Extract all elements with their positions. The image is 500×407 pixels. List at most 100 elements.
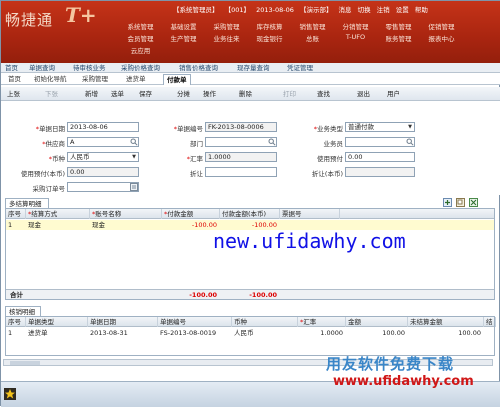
quick-tab-sales-price[interactable]: 销售价格查询 (179, 63, 218, 73)
doc-date-field[interactable]: 2013-08-06 (67, 122, 139, 132)
list-icon[interactable] (130, 183, 138, 191)
doc-no-field[interactable]: FK-2013-08-0006 (205, 122, 277, 132)
menu-business[interactable]: 业务往来 (205, 33, 248, 45)
watermark-url: new.ufidawhy.com (213, 229, 406, 253)
writeoff-col-rate[interactable]: *汇率 (298, 317, 346, 327)
quick-tab-home[interactable]: 首页 (5, 63, 18, 73)
doc-tab-init-nav[interactable]: 初始化导航 (31, 74, 70, 85)
payment-form: *单据日期 2013-08-06 *单据编号 FK-2013-08-0006 *… (1, 101, 500, 195)
menu-purchase[interactable]: 采购管理 (205, 21, 248, 33)
doc-tab-payment[interactable]: 付款单 (163, 74, 191, 85)
print-button[interactable]: 打印 (283, 89, 296, 99)
biz-type-label: *业务类型 (313, 125, 343, 133)
quick-tab-bar: 首页 单据查询 待审核业务 采购价格查询 销售价格查询 现存量查询 凭证管理 (1, 63, 500, 73)
writeoff-col-no[interactable]: 单据编号 (158, 317, 232, 327)
rate-field[interactable]: 1.0000 (205, 152, 277, 162)
menu-production[interactable]: 生产管理 (162, 33, 205, 45)
currency-select[interactable]: 人民币 ▼ (67, 152, 139, 162)
quick-tab-voucher[interactable]: 凭证管理 (287, 63, 313, 73)
settle-col-method[interactable]: *结算方式 (26, 209, 90, 219)
biz-type-value: 普通付款 (348, 123, 374, 131)
writeoff-col-settle[interactable]: 结 (484, 317, 496, 327)
doc-tab-purchase[interactable]: 采购管理 (79, 74, 111, 85)
search-icon[interactable] (406, 138, 414, 146)
logout-link[interactable]: 注销 (377, 6, 390, 14)
discount-field[interactable] (205, 167, 277, 177)
writeoff-col-unsettled[interactable]: 未结算金额 (408, 317, 484, 327)
doc-tab-receipt[interactable]: 进货单 (123, 74, 149, 85)
select-button[interactable]: 选单 (111, 89, 124, 99)
doc-tab-home[interactable]: 首页 (5, 74, 24, 85)
po-field[interactable] (67, 182, 139, 192)
search-icon[interactable] (268, 138, 276, 146)
currency-value: 人民币 (70, 153, 90, 161)
scrollbar-thumb[interactable] (10, 361, 40, 365)
menu-member[interactable]: 会员管理 (119, 33, 162, 45)
menu-cash-bank[interactable]: 现金银行 (248, 33, 291, 45)
menu-ledger[interactable]: 总账 (291, 33, 334, 45)
add-row-icon[interactable] (443, 198, 452, 207)
biz-type-select[interactable]: 普通付款 ▼ (345, 122, 415, 132)
writeoff-col-seq[interactable]: 序号 (6, 317, 26, 327)
menu-inventory[interactable]: 库存核算 (248, 21, 291, 33)
delete-row-icon[interactable] (469, 198, 479, 207)
writeoff-cell-rate[interactable]: 1.0000 (298, 328, 346, 338)
exit-button[interactable]: 退出 (357, 89, 370, 99)
settle-col-seq[interactable]: 序号 (6, 209, 26, 219)
next-button[interactable]: 下张 (45, 89, 58, 99)
settle-col-bill-no[interactable]: 票据号 (280, 209, 340, 219)
dept-field[interactable] (205, 137, 277, 147)
settle-col-amount[interactable]: *付款金额 (162, 209, 220, 219)
supplier-field[interactable]: A (67, 137, 139, 147)
settle-col-account[interactable]: *账号名称 (90, 209, 162, 219)
quick-tab-purchase-price[interactable]: 采购价格查询 (121, 63, 160, 73)
menu-accounting[interactable]: 账务管理 (377, 33, 420, 45)
quick-tab-stock[interactable]: 现存量查询 (237, 63, 270, 73)
copy-row-icon[interactable] (456, 198, 466, 207)
writeoff-grid: 序号 单据类型 单据日期 单据编号 币种 *汇率 金额 未结算金额 结 1 进货… (5, 316, 496, 356)
search-icon[interactable] (130, 138, 138, 146)
menu-sales[interactable]: 销售管理 (291, 21, 334, 33)
quick-tab-pending[interactable]: 待审核业务 (73, 63, 106, 73)
writeoff-section-title[interactable]: 核销明细 (5, 306, 41, 316)
use-prepay-local-field[interactable]: 0.00 (67, 167, 139, 177)
settle-cell-amount[interactable]: -100.00 (162, 220, 220, 230)
discount-local-field[interactable] (345, 167, 415, 177)
help-link[interactable]: 帮助 (415, 6, 428, 14)
writeoff-col-currency[interactable]: 币种 (232, 317, 298, 327)
new-button[interactable]: 新增 (85, 89, 98, 99)
user-button[interactable]: 用户 (387, 89, 400, 99)
menu-distribution[interactable]: 分销管理 (334, 21, 377, 33)
prev-button[interactable]: 上张 (7, 89, 20, 99)
settle-col-amount-local[interactable]: 付款金额(本币) (220, 209, 280, 219)
menu-system[interactable]: 系统管理 (119, 21, 162, 33)
writeoff-col-date[interactable]: 单据日期 (88, 317, 158, 327)
settle-cell-method[interactable]: 现金 (26, 220, 90, 230)
operate-button[interactable]: 操作 (203, 89, 216, 99)
writeoff-col-type[interactable]: 单据类型 (26, 317, 88, 327)
table-row[interactable]: 1 进货单 2013-08-31 FS-2013-08-0019 人民币 1.0… (6, 328, 494, 338)
total-amount-local: -100.00 (249, 291, 277, 299)
settle-cell-account[interactable]: 现金 (90, 220, 162, 230)
dept-label: 部门 (190, 140, 203, 148)
menu-t-ufo[interactable]: T-UFO (334, 33, 377, 45)
menu-reports[interactable]: 报表中心 (420, 33, 463, 45)
star-icon[interactable] (4, 388, 16, 400)
allocate-button[interactable]: 分摊 (177, 89, 190, 99)
staff-field[interactable] (345, 137, 415, 147)
quick-tab-doc-query[interactable]: 单据查询 (29, 63, 55, 73)
menu-basic[interactable]: 基础设置 (162, 21, 205, 33)
delete-button[interactable]: 删除 (239, 89, 252, 99)
menu-retail[interactable]: 零售管理 (377, 21, 420, 33)
switch-link[interactable]: 切换 (358, 6, 371, 14)
writeoff-col-amount[interactable]: 金额 (346, 317, 408, 327)
menu-promotion[interactable]: 促销管理 (420, 21, 463, 33)
use-prepay-field[interactable]: 0.00 (345, 152, 415, 162)
message-link[interactable]: 消息 (339, 6, 352, 14)
save-button[interactable]: 保存 (139, 89, 152, 99)
find-button[interactable]: 查找 (317, 89, 330, 99)
menu-cloud[interactable]: 云应用 (119, 45, 162, 57)
settings-link[interactable]: 设置 (396, 6, 409, 14)
writeoff-cell-no[interactable]: FS-2013-08-0019 (158, 328, 232, 338)
settle-section-title[interactable]: 多结算明细 (5, 198, 49, 208)
